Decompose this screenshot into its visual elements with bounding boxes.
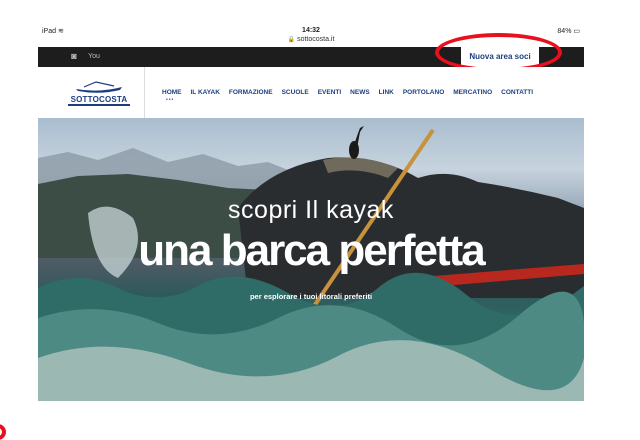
battery-indicator: 84% ▭ (557, 28, 580, 35)
url-text: sottocosta.it (297, 36, 335, 43)
nav-eventi[interactable]: EVENTI (318, 89, 341, 96)
nav-news[interactable]: NEWS (350, 89, 370, 96)
logo-text: SOTTOCOSTA (70, 95, 128, 104)
nav-mercatino[interactable]: MERCATINO (453, 89, 492, 96)
nav-portolano[interactable]: PORTOLANO (403, 89, 444, 96)
nav-divider (144, 67, 145, 118)
instagram-icon[interactable]: ◙ (68, 51, 80, 62)
nav-formazione[interactable]: FORMAZIONE (229, 89, 273, 96)
hero-banner: scopri Il kayak una barca perfetta per e… (38, 118, 584, 401)
nav-home[interactable]: HOME (162, 89, 182, 103)
annotation-mark (0, 424, 6, 440)
youtube-icon[interactable]: You (88, 51, 100, 62)
battery-icon: ▭ (573, 28, 580, 35)
lock-icon: 🔒 (287, 37, 296, 43)
main-navbar: SOTTOCOSTA HOME IL KAYAK FORMAZIONE SCUO… (38, 67, 584, 119)
nav-il-kayak[interactable]: IL KAYAK (191, 89, 220, 96)
nav-link[interactable]: LINK (379, 89, 394, 96)
hero-title: una barca perfetta (138, 226, 485, 275)
nav-scuole[interactable]: SCUOLE (282, 89, 309, 96)
hero-subtitle: per esplorare i tuoi litorali preferiti (249, 292, 373, 301)
main-menu: HOME IL KAYAK FORMAZIONE SCUOLE EVENTI N… (162, 89, 542, 103)
site-logo[interactable]: SOTTOCOSTA (68, 81, 130, 109)
logo-kayak-icon (76, 81, 122, 93)
hero-headline: scopri Il kayak (228, 196, 394, 224)
logo-underline (68, 104, 130, 106)
nav-contatti[interactable]: CONTATTI (501, 89, 533, 96)
